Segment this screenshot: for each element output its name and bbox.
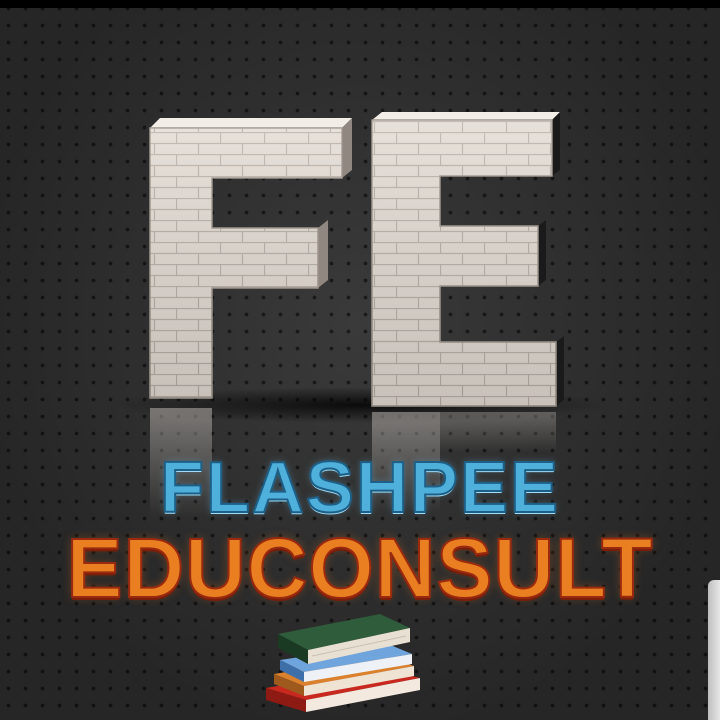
brand-name-line-2: EDUCONSULT bbox=[65, 521, 654, 615]
books-stack-icon bbox=[266, 614, 420, 712]
logo-canvas: FLASHPEE EDUCONSULT bbox=[0, 0, 720, 720]
corner-card-edge bbox=[708, 580, 720, 720]
brand-name-line-1: FLASHPEE bbox=[159, 448, 561, 528]
